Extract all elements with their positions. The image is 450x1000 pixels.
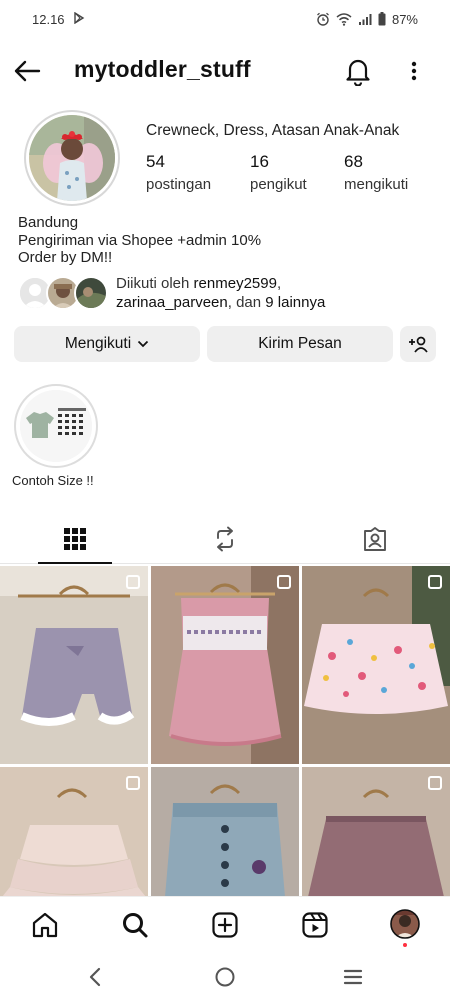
profile-tabs	[0, 514, 450, 564]
battery-icon	[378, 12, 386, 26]
tagged-icon	[364, 527, 386, 551]
stat-followers-count: 16	[250, 152, 269, 171]
battery-percent: 87%	[391, 11, 418, 27]
nav-search[interactable]	[119, 909, 151, 941]
multiple-posts-icon	[126, 575, 140, 589]
post-thumbnail[interactable]	[0, 566, 148, 764]
multiple-posts-icon	[428, 776, 442, 790]
story-highlight[interactable]	[14, 384, 98, 468]
stat-posts-count: 54	[146, 152, 165, 171]
alarm-icon	[316, 12, 330, 26]
bio-line: Order by DM!!	[18, 249, 113, 266]
reels-icon	[302, 912, 328, 938]
multiple-posts-icon	[428, 575, 442, 589]
bio-line: Pengiriman via Shopee +admin 10%	[18, 231, 262, 249]
chevron-left-icon	[89, 967, 101, 987]
system-back-button[interactable]	[86, 966, 106, 988]
followed-by-text: Diikuti oleh renmey2599, zarinaa_parveen…	[116, 274, 325, 312]
circle-home-icon	[215, 967, 235, 987]
chevron-down-icon	[138, 340, 149, 348]
post-thumbnail[interactable]	[151, 767, 299, 896]
post-thumbnail[interactable]	[302, 566, 450, 764]
profile-username: mytoddler_stuff	[74, 56, 251, 82]
stat-posts[interactable]: 54 postingan	[146, 152, 211, 193]
post-thumbnail[interactable]	[151, 566, 299, 764]
back-button[interactable]	[12, 56, 42, 86]
post-thumbnail[interactable]	[302, 767, 450, 896]
play-store-icon	[73, 11, 85, 27]
more-options-button[interactable]	[402, 56, 426, 86]
active-tab-indicator	[38, 562, 112, 564]
followed-by[interactable]: Diikuti oleh renmey2599, zarinaa_parveen…	[18, 274, 438, 314]
arrow-left-icon	[14, 60, 41, 82]
bio-line: Bandung	[18, 214, 79, 231]
recents-icon	[343, 969, 363, 985]
nav-home[interactable]	[29, 909, 61, 941]
suggest-people-button[interactable]	[400, 326, 436, 362]
stat-following-label: mengikuti	[344, 176, 409, 193]
posts-grid	[0, 566, 450, 896]
send-message-button[interactable]: Kirim Pesan	[207, 326, 393, 362]
story-highlight-cover	[20, 390, 92, 462]
nav-reels[interactable]	[299, 909, 331, 941]
status-bar: 12.16 87%	[0, 0, 450, 38]
nav-create[interactable]	[209, 909, 241, 941]
add-user-icon	[409, 336, 428, 353]
profile-bio: Bandung Pengiriman via Shopee +admin 10%…	[18, 214, 261, 267]
send-message-label: Kirim Pesan	[258, 335, 342, 352]
bell-icon	[346, 59, 370, 87]
plus-square-icon	[212, 912, 238, 938]
tab-posts[interactable]	[0, 514, 150, 564]
stat-following[interactable]: 68 mengikuti	[344, 152, 408, 193]
post-thumbnail[interactable]	[0, 767, 148, 896]
followed-by-separator: ,	[276, 275, 282, 292]
system-home-button[interactable]	[214, 966, 236, 988]
more-vertical-icon	[411, 61, 417, 81]
grid-icon	[64, 528, 86, 550]
nav-profile[interactable]	[389, 909, 421, 941]
tab-reels[interactable]	[150, 514, 300, 564]
multiple-posts-icon	[126, 776, 140, 790]
followed-by-user[interactable]: renmey2599	[194, 275, 277, 292]
profile-avatar	[390, 909, 420, 939]
system-navigation	[0, 954, 450, 1000]
followed-by-separator: , dan	[227, 294, 266, 311]
followed-by-avatars	[18, 276, 108, 312]
multiple-posts-icon	[277, 575, 291, 589]
reels-repost-icon	[217, 526, 233, 552]
stat-following-count: 68	[344, 152, 363, 171]
wifi-icon	[336, 12, 352, 26]
following-button-label: Mengikuti	[64, 335, 132, 352]
stat-posts-label: postingan	[146, 176, 212, 193]
search-icon	[123, 913, 148, 938]
profile-category: Crewneck, Dress, Atasan Anak-Anak	[146, 122, 400, 139]
tab-tagged[interactable]	[300, 514, 450, 564]
profile-avatar-ring[interactable]	[24, 110, 120, 206]
followed-by-others[interactable]: 9 lainnya	[265, 294, 325, 311]
status-time: 12.16	[32, 11, 65, 27]
notification-dot	[403, 943, 407, 947]
home-icon	[32, 912, 58, 938]
avatar	[74, 276, 108, 310]
followed-by-prefix: Diikuti oleh	[116, 275, 194, 292]
profile-avatar	[29, 115, 115, 201]
notifications-button[interactable]	[344, 56, 374, 87]
stat-followers-label: pengikut	[250, 176, 307, 193]
signal-icon	[358, 13, 372, 26]
following-button[interactable]: Mengikuti	[14, 326, 200, 362]
profile-header: mytoddler_stuff	[0, 46, 450, 96]
story-highlight-label: Contoh Size !!	[12, 473, 94, 488]
stat-followers[interactable]: 16 pengikut	[250, 152, 307, 193]
followed-by-user[interactable]: zarinaa_parveen	[116, 294, 228, 311]
system-recents-button[interactable]	[342, 966, 364, 988]
bottom-navigation	[0, 896, 450, 952]
